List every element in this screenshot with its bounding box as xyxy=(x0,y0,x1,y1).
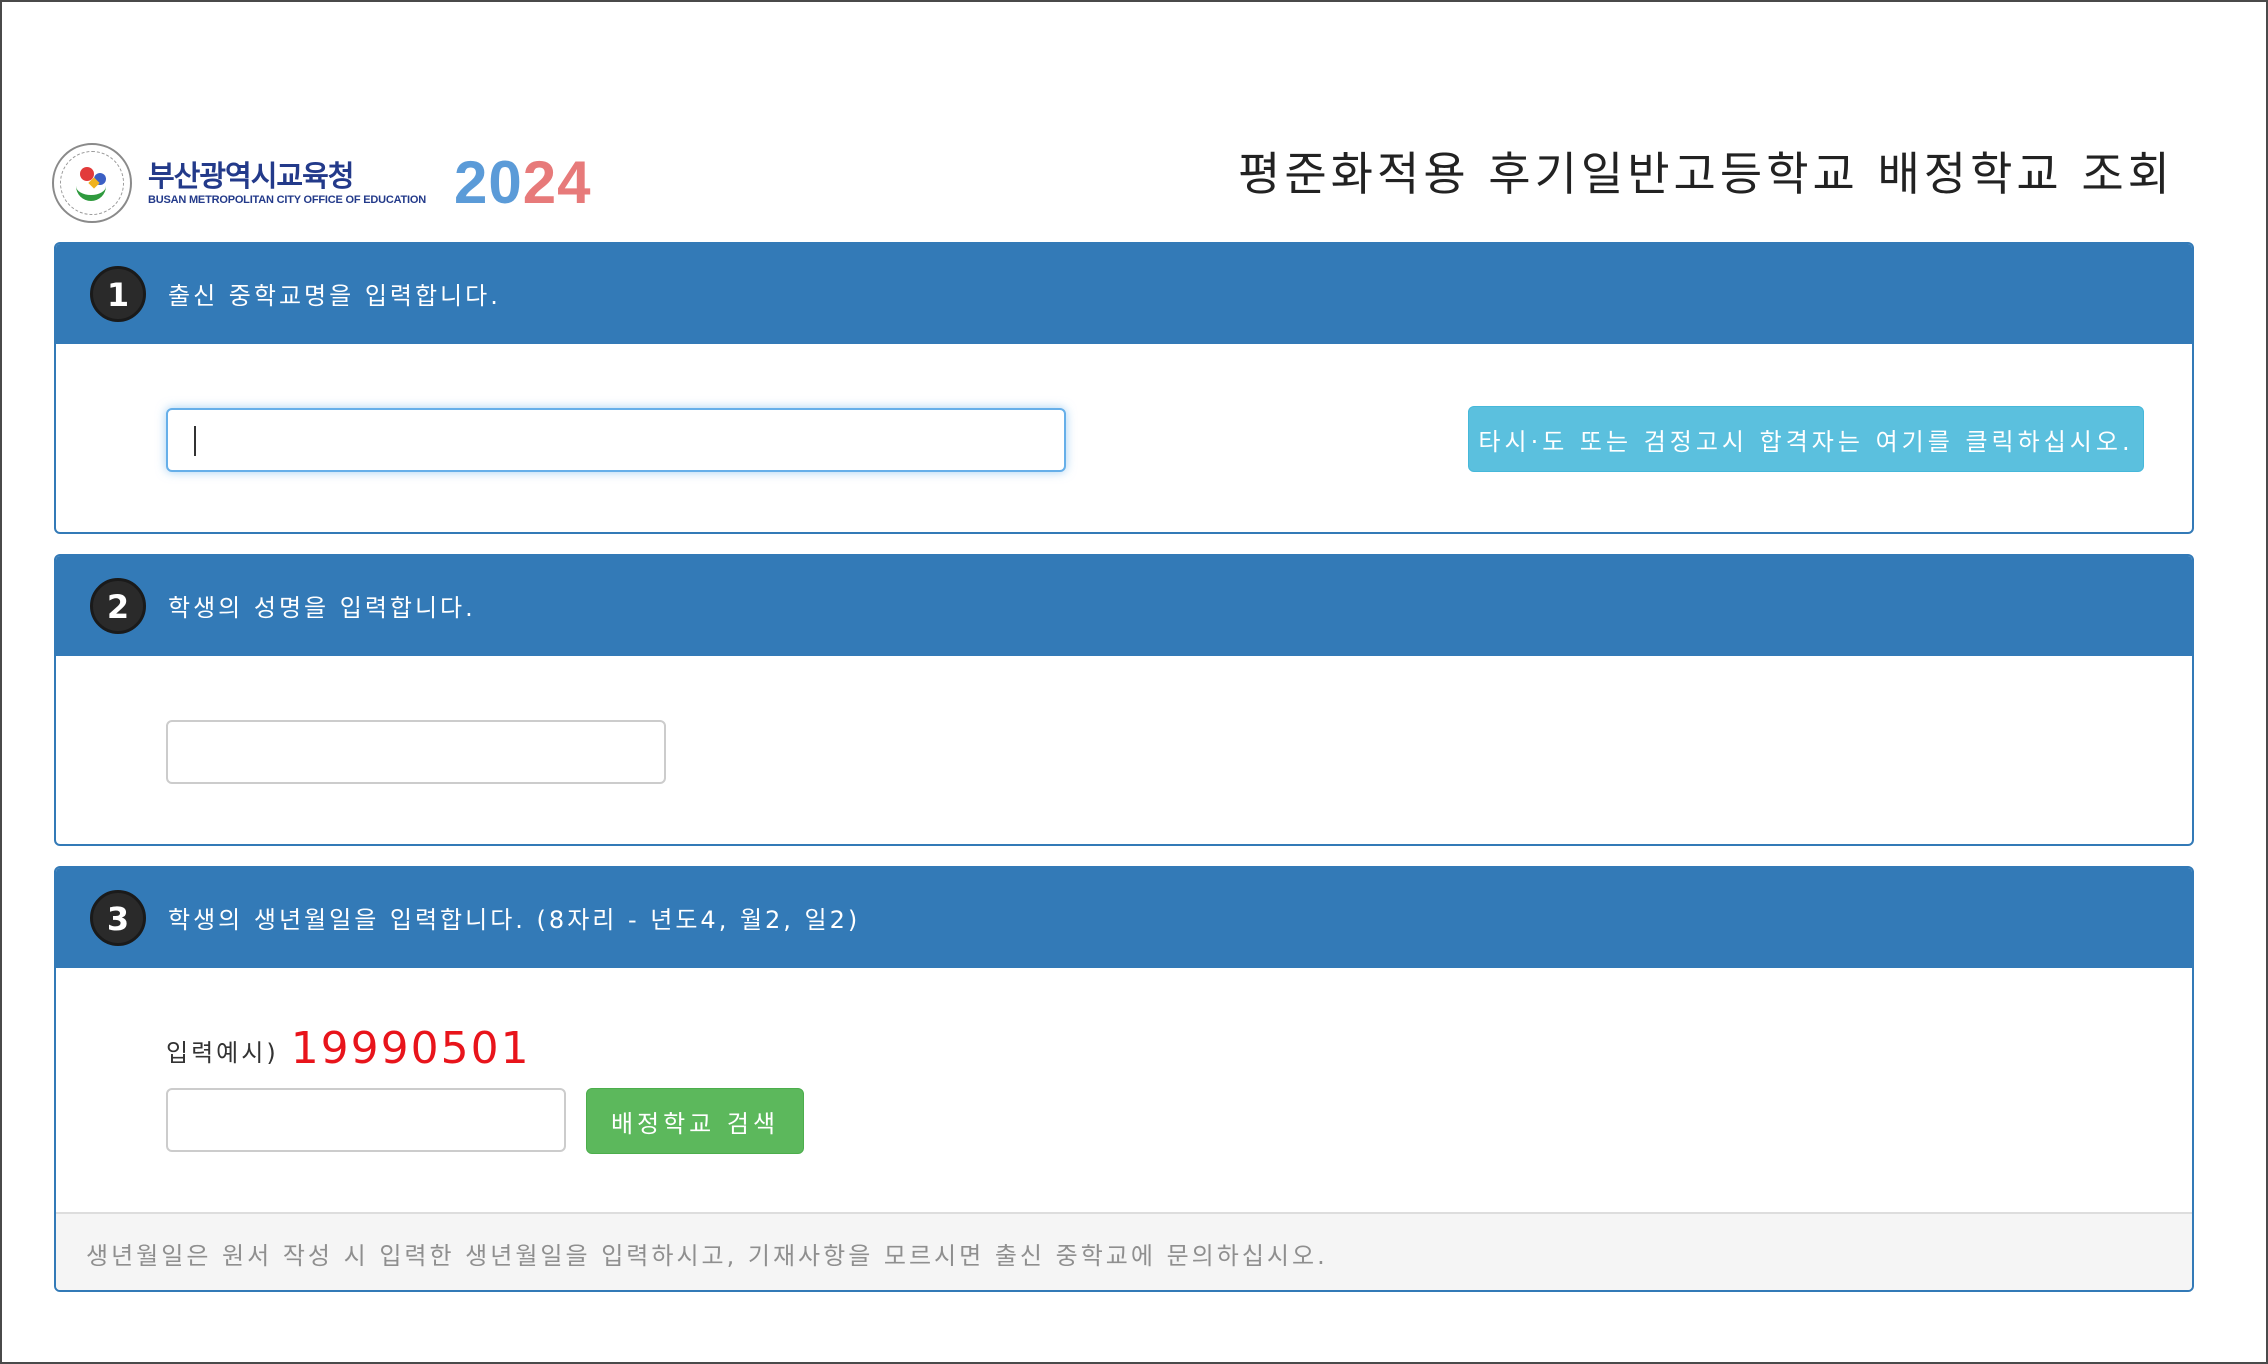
birthdate-example: 입력예시) 19990501 xyxy=(166,1026,531,1072)
step-1-header: 1 출신 중학교명을 입력합니다. xyxy=(56,244,2192,344)
step-1-instruction: 출신 중학교명을 입력합니다. xyxy=(168,282,501,310)
search-assigned-school-button[interactable]: 배정학교 검색 xyxy=(586,1088,804,1154)
example-value: 19990501 xyxy=(290,1023,531,1074)
year-logo: 2024 xyxy=(454,153,592,213)
middle-school-name-input[interactable] xyxy=(166,408,1066,472)
student-name-input[interactable] xyxy=(166,720,666,784)
text-caret xyxy=(194,426,196,456)
other-region-or-ged-button[interactable]: 타시·도 또는 검정고시 합격자는 여기를 클릭하십시오. xyxy=(1468,406,2144,472)
step-3-instruction: 학생의 생년월일을 입력합니다. (8자리 - 년도4, 월2, 일2) xyxy=(168,906,861,934)
year-logo-part1: 20 xyxy=(454,149,523,216)
step-1-number: 1 xyxy=(90,266,146,322)
step-2-number: 2 xyxy=(90,578,146,634)
birthdate-input[interactable] xyxy=(166,1088,566,1152)
birthdate-help-note: 생년월일은 원서 작성 시 입력한 생년월일을 입력하시고, 기재사항을 모르시… xyxy=(86,1242,1328,1270)
page-title: 평준화적용 후기일반고등학교 배정학교 조회 xyxy=(1238,147,2174,201)
office-logo: 부산광역시교육청 BUSAN METROPOLITAN CITY OFFICE … xyxy=(52,138,592,228)
step-1-panel: 1 출신 중학교명을 입력합니다. 타시·도 또는 검정고시 합격자는 여기를 … xyxy=(54,242,2194,534)
step-2-header: 2 학생의 성명을 입력합니다. xyxy=(56,556,2192,656)
org-name-korean: 부산광역시교육청 xyxy=(148,159,354,193)
step-2-instruction: 학생의 성명을 입력합니다. xyxy=(168,594,476,622)
page-header: 부산광역시교육청 BUSAN METROPOLITAN CITY OFFICE … xyxy=(52,128,2192,228)
step-3-header: 3 학생의 생년월일을 입력합니다. (8자리 - 년도4, 월2, 일2) xyxy=(56,868,2192,968)
example-label: 입력예시) xyxy=(166,1039,279,1067)
step-3-number: 3 xyxy=(90,890,146,946)
org-name-english: BUSAN METROPOLITAN CITY OFFICE OF EDUCAT… xyxy=(148,194,427,206)
education-office-seal-icon xyxy=(52,143,132,223)
step-3-panel: 3 학생의 생년월일을 입력합니다. (8자리 - 년도4, 월2, 일2) 입… xyxy=(54,866,2194,1292)
year-logo-part2: 24 xyxy=(522,149,592,216)
step-3-footer: 생년월일은 원서 작성 시 입력한 생년월일을 입력하시고, 기재사항을 모르시… xyxy=(56,1212,2192,1290)
org-name: 부산광역시교육청 BUSAN METROPOLITAN CITY OFFICE … xyxy=(148,159,426,207)
step-2-panel: 2 학생의 성명을 입력합니다. xyxy=(54,554,2194,846)
